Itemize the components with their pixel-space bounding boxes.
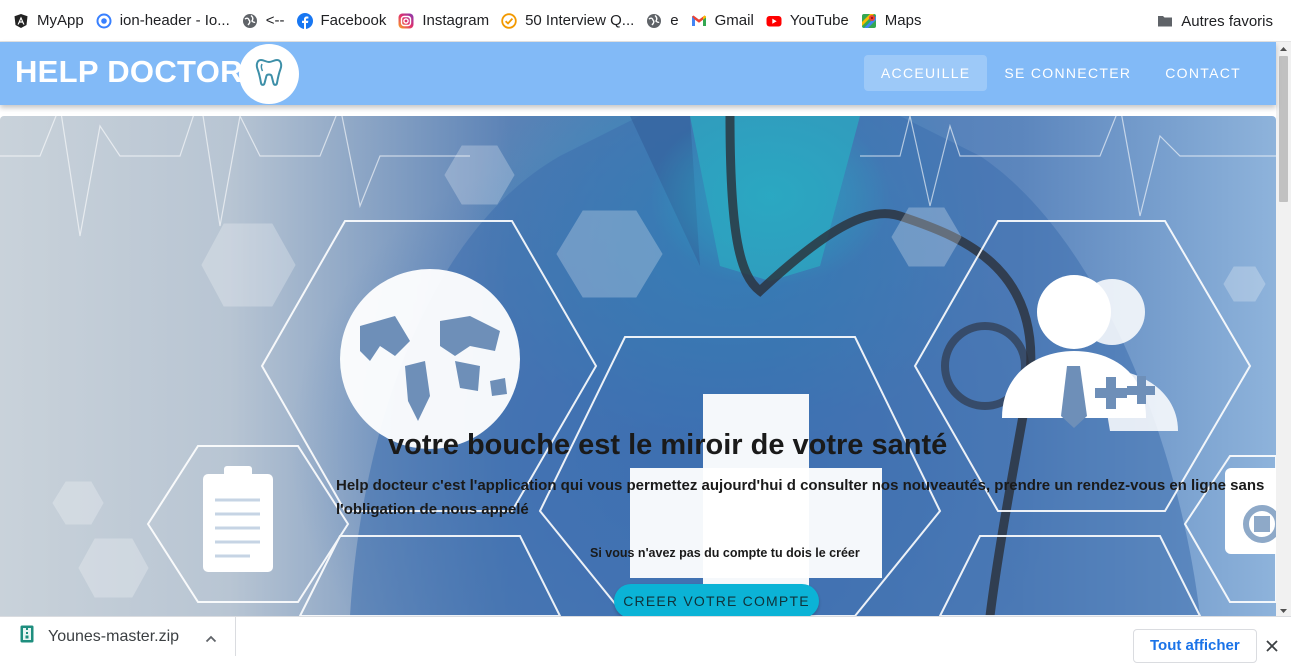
chevron-up-icon[interactable] [205, 631, 217, 649]
nav-home[interactable]: ACCEUILLE [863, 55, 988, 91]
bookmarks-bar: MyApp ion-header - Io... <-- Facebook In… [0, 0, 1291, 42]
bookmark-label: <-- [265, 12, 285, 29]
bookmark-ion-header[interactable]: ion-header - Io... [91, 0, 237, 42]
app-header: HELP DOCTOR ACCEUILLE SE CONNECTER CONTA… [0, 42, 1276, 105]
bookmark-label: 50 Interview Q... [525, 12, 635, 29]
maps-icon [861, 13, 877, 29]
check-circle-icon [501, 12, 517, 29]
download-file-name: Younes-master.zip [48, 627, 180, 645]
bookmark-maps[interactable]: Maps [856, 0, 929, 42]
scroll-down-arrow-icon[interactable] [1276, 604, 1291, 616]
main-nav: ACCEUILLE SE CONNECTER CONTACT [863, 55, 1258, 91]
other-bookmarks-label: Autres favoris [1181, 12, 1273, 30]
tooth-icon [255, 57, 283, 92]
bookmark-facebook[interactable]: Facebook [292, 0, 394, 42]
hero-note: Si vous n'avez pas du compte tu dois le … [590, 546, 860, 560]
bookmark-label: e [670, 12, 679, 29]
bookmark-label: ion-header - Io... [119, 12, 230, 29]
hero-description: Help docteur c'est l'application qui vou… [336, 477, 1265, 518]
brand-title[interactable]: HELP DOCTOR [15, 54, 243, 90]
hero-section: votre bouche est le miroir de votre sant… [0, 116, 1276, 616]
nav-contact[interactable]: CONTACT [1148, 55, 1258, 91]
facebook-icon [296, 12, 313, 29]
nav-login[interactable]: SE CONNECTER [987, 55, 1148, 91]
logo[interactable] [239, 44, 299, 104]
create-account-button[interactable]: CREER VOTRE COMPTE [614, 584, 819, 616]
bookmark-arrow[interactable]: <-- [237, 0, 292, 42]
bookmark-interview[interactable]: 50 Interview Q... [496, 0, 641, 42]
show-all-downloads-button[interactable]: Tout afficher [1133, 629, 1257, 663]
instagram-icon [398, 13, 414, 29]
globe-icon [242, 13, 258, 29]
bookmark-label: YouTube [789, 12, 849, 29]
scrollbar-thumb[interactable] [1279, 56, 1288, 202]
close-icon[interactable] [1265, 639, 1279, 653]
bookmark-youtube[interactable]: YouTube [761, 0, 856, 42]
gmail-icon [691, 13, 707, 29]
angular-icon [13, 13, 29, 29]
scroll-up-arrow-icon[interactable] [1276, 42, 1291, 54]
bookmark-e[interactable]: e [641, 0, 685, 42]
bookmark-label: Gmail [714, 12, 754, 29]
hero-background-image [0, 116, 1276, 616]
hero-title: votre bouche est le miroir de votre sant… [388, 429, 948, 461]
bookmark-instagram[interactable]: Instagram [393, 0, 496, 42]
bookmark-label: Facebook [320, 12, 387, 29]
ionic-icon [96, 13, 112, 29]
other-bookmarks[interactable]: Autres favoris [1152, 0, 1280, 42]
folder-icon [1157, 13, 1173, 29]
zip-file-icon [20, 625, 34, 648]
download-item[interactable]: Younes-master.zip [0, 617, 236, 656]
bookmark-label: Maps [884, 12, 922, 29]
bookmark-gmail[interactable]: Gmail [686, 0, 761, 42]
bookmark-label: MyApp [37, 12, 84, 29]
youtube-icon [766, 13, 782, 29]
bookmark-myapp[interactable]: MyApp [8, 0, 91, 42]
bookmark-label: Instagram [422, 12, 490, 29]
download-bar: Younes-master.zip Tout afficher [0, 616, 1291, 663]
page-scrollbar[interactable] [1276, 42, 1291, 616]
globe-icon [646, 13, 662, 29]
